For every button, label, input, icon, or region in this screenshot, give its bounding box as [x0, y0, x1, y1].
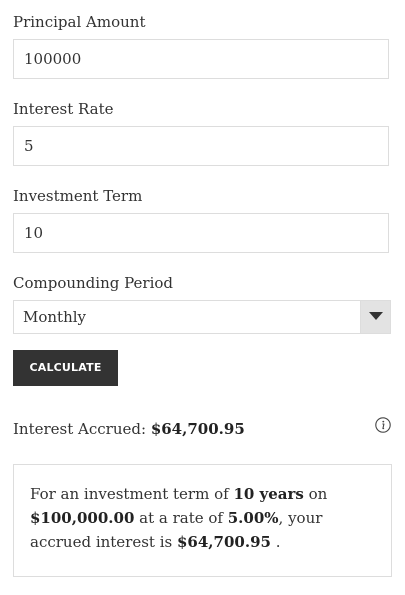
calculate-button[interactable]: CALCULATE	[13, 350, 118, 386]
summary-interest: $64,700.95	[177, 533, 271, 551]
interest-rate-input[interactable]	[13, 126, 389, 166]
summary-text: on	[303, 485, 328, 503]
interest-accrued-amount: $64,700.95	[150, 420, 245, 438]
compounding-period-value: Monthly	[23, 308, 87, 326]
investment-term-input[interactable]	[13, 213, 389, 253]
dropdown-arrow-button[interactable]	[360, 301, 390, 333]
principal-input[interactable]	[13, 39, 389, 79]
compounding-period-label: Compounding Period	[13, 274, 174, 292]
compounding-period-select[interactable]: Monthly	[13, 300, 391, 334]
summary-box: For an investment term of 10 years on $1…	[13, 464, 392, 577]
summary-principal: $100,000.00	[30, 509, 135, 527]
summary-text: at a rate of	[134, 509, 228, 527]
summary-rate: 5.00%	[227, 509, 279, 527]
summary-term: 10 years	[233, 485, 304, 503]
summary-text: .	[270, 533, 281, 551]
principal-label: Principal Amount	[13, 13, 146, 31]
summary-text: For an investment term of	[30, 485, 234, 503]
info-icon[interactable]	[375, 417, 391, 433]
investment-term-label: Investment Term	[13, 187, 143, 205]
triangle-down-icon	[369, 312, 383, 320]
interest-accrued-label: Interest Accrued:	[13, 420, 147, 438]
interest-rate-label: Interest Rate	[13, 100, 114, 118]
interest-accrued-line: Interest Accrued: $64,700.95	[13, 420, 245, 438]
